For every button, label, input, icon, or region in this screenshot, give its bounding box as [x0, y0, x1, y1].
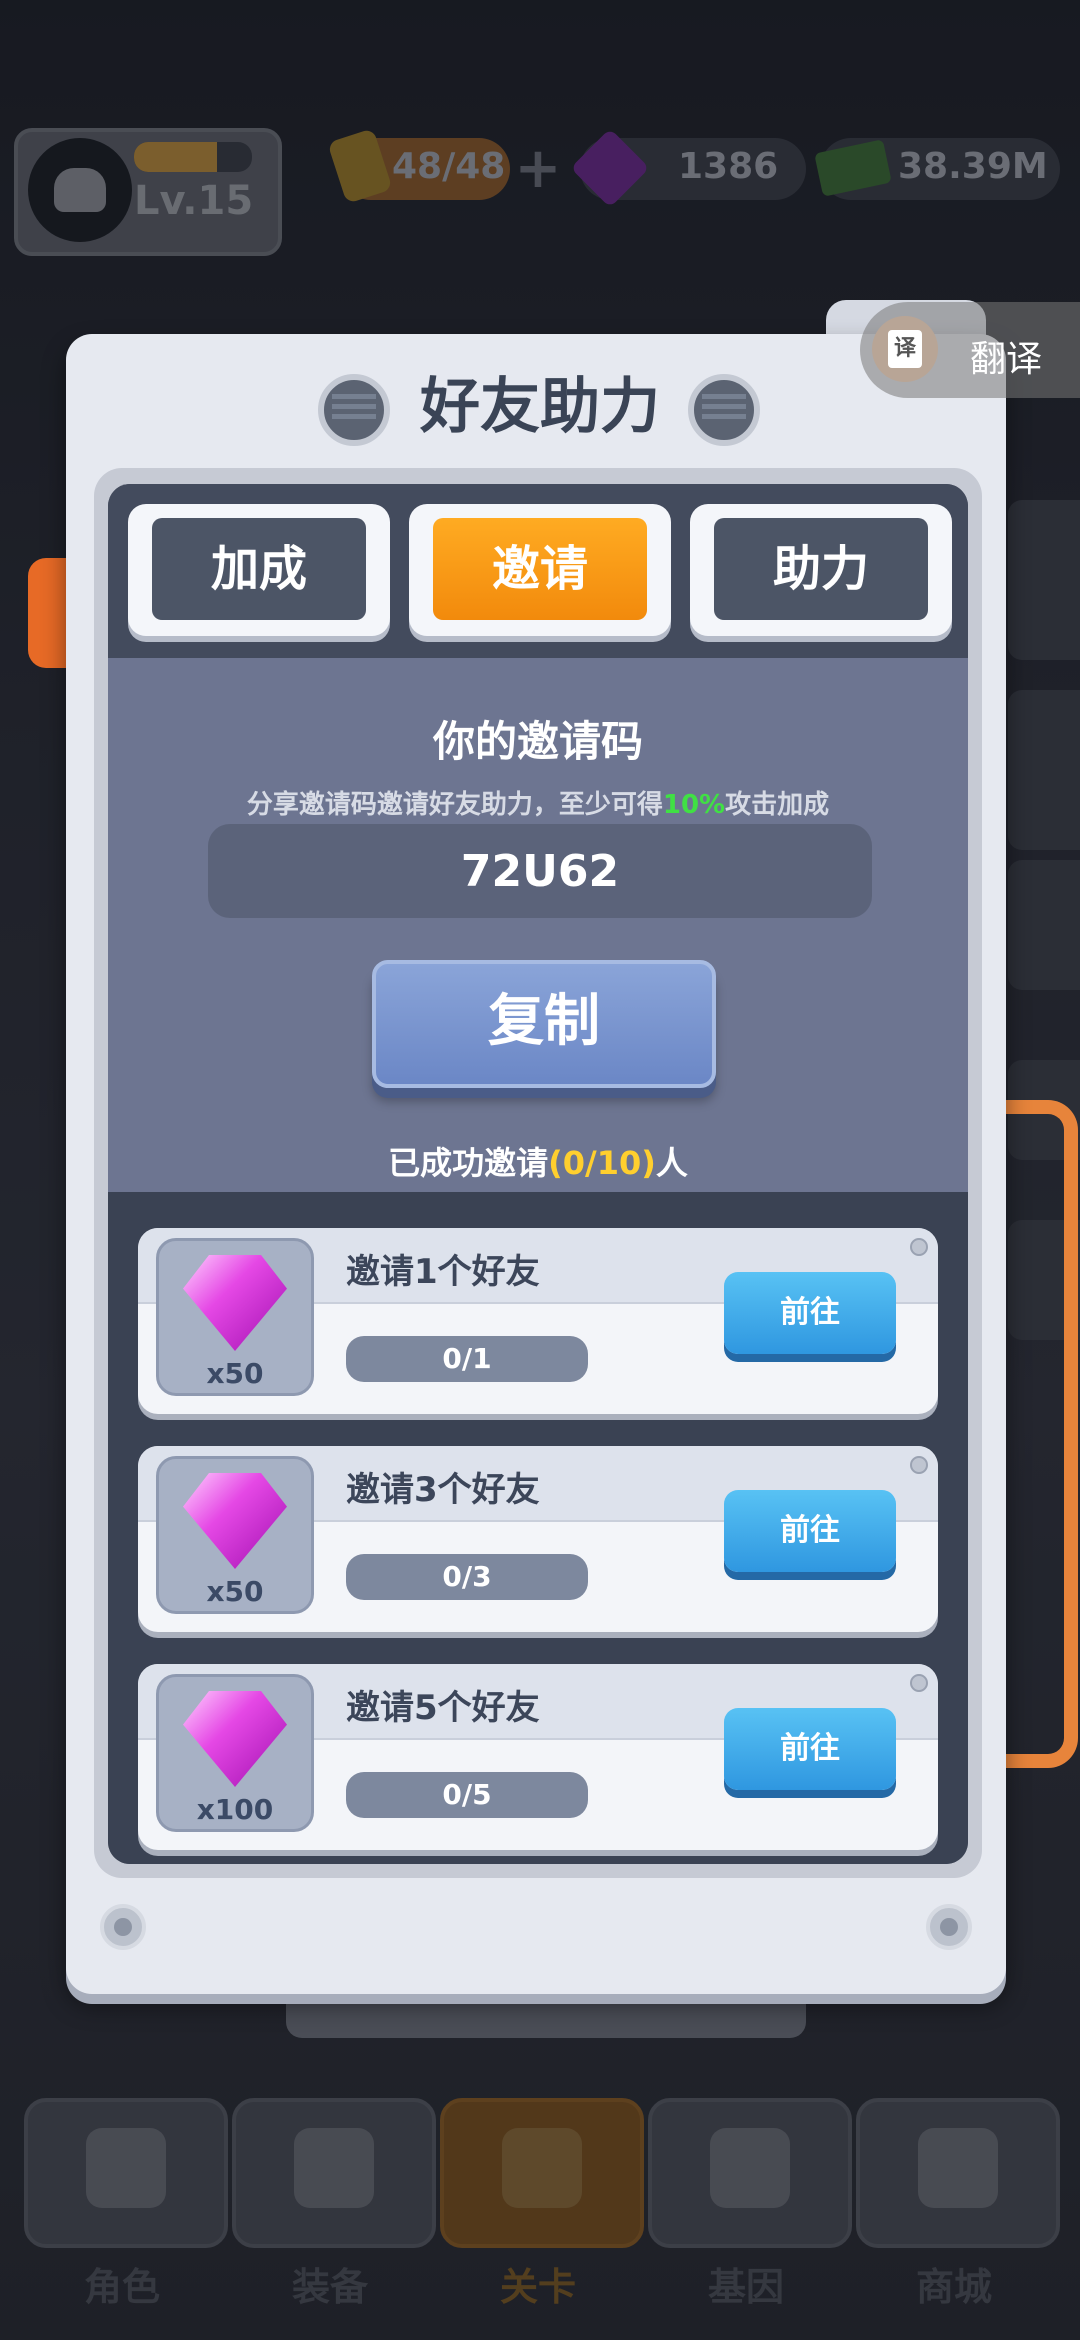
invite-success-count: 已成功邀请(0/10)人 — [388, 1144, 688, 1182]
reward-card: x50 邀请3个好友 0/3 前往 — [138, 1446, 938, 1632]
go-button[interactable]: 前往 — [724, 1490, 896, 1572]
gem-icon — [183, 1691, 287, 1787]
invite-description: 分享邀请码邀请好友助力，至少可得10%攻击加成 — [246, 790, 830, 820]
card-pin — [910, 1674, 928, 1692]
gem-icon — [183, 1255, 287, 1351]
tab-invite[interactable]: 邀请 — [409, 504, 671, 636]
tab-invite-label: 邀请 — [433, 518, 647, 620]
dialog-base — [286, 1994, 806, 2038]
reward-title: 邀请1个好友 — [346, 1252, 540, 1292]
invite-code-title: 你的邀请码 — [432, 717, 643, 766]
card-pin — [910, 1238, 928, 1256]
tab-assist[interactable]: 助力 — [690, 504, 952, 636]
dialog-side-tab — [28, 558, 68, 668]
reward-title: 邀请5个好友 — [346, 1688, 540, 1728]
translate-icon: 译 — [872, 316, 938, 382]
tab-bonus[interactable]: 加成 — [128, 504, 390, 636]
reward-card: x100 邀请5个好友 0/5 前往 — [138, 1664, 938, 1850]
card-pin — [910, 1456, 928, 1474]
reward-progress: 0/1 — [346, 1336, 588, 1382]
screw-left — [100, 1904, 146, 1950]
go-button[interactable]: 前往 — [724, 1708, 896, 1790]
reward-quantity: x100 — [196, 1793, 274, 1826]
copy-button[interactable]: 复制 — [372, 960, 716, 1088]
tab-bonus-label: 加成 — [152, 518, 366, 620]
reward-progress: 0/5 — [346, 1772, 588, 1818]
reward-item-box: x50 — [156, 1456, 314, 1614]
go-button[interactable]: 前往 — [724, 1272, 896, 1354]
reward-item-box: x100 — [156, 1674, 314, 1832]
tab-assist-label: 助力 — [714, 518, 928, 620]
reward-quantity: x50 — [206, 1575, 264, 1608]
reward-title: 邀请3个好友 — [346, 1470, 540, 1510]
invite-code: 72U62 — [460, 846, 620, 897]
screw-right — [926, 1904, 972, 1950]
reward-quantity: x50 — [206, 1357, 264, 1390]
reward-progress: 0/3 — [346, 1554, 588, 1600]
reward-item-box: x50 — [156, 1238, 314, 1396]
gem-icon — [183, 1473, 287, 1569]
dialog-handle — [994, 1100, 1078, 1768]
reward-card: x50 邀请1个好友 0/1 前往 — [138, 1228, 938, 1414]
translate-label: 翻译 — [970, 339, 1043, 380]
